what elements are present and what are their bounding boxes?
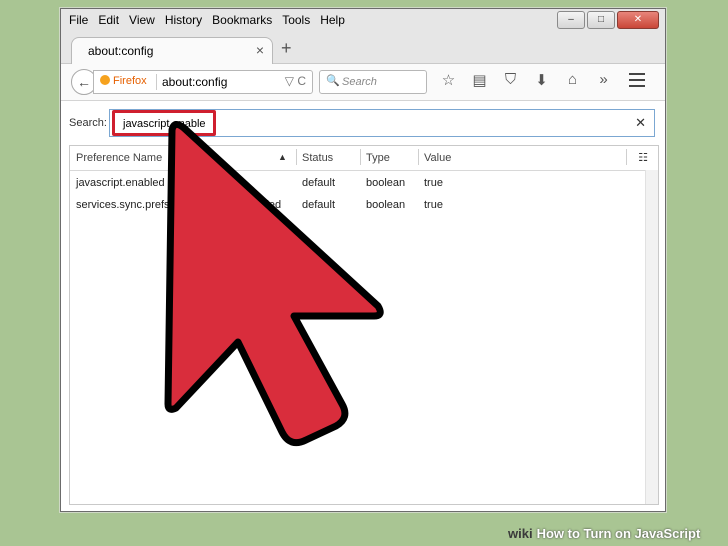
watermark-text: How to Turn on JavaScript xyxy=(536,526,701,541)
menu-tools[interactable]: Tools xyxy=(282,13,310,27)
menu-file[interactable]: File xyxy=(69,13,88,27)
window-controls: – □ ✕ xyxy=(557,11,659,29)
table-header: Preference Name ▲ Status Type Value ☷ xyxy=(70,146,658,171)
title-bar: File Edit View History Bookmarks Tools H… xyxy=(61,9,665,33)
config-search-input[interactable]: javascript.enable ✕ xyxy=(109,109,655,137)
pref-value: true xyxy=(424,199,443,211)
clear-search-icon[interactable]: ✕ xyxy=(635,115,646,131)
pref-type: boolean xyxy=(366,177,406,189)
close-tab-icon[interactable]: × xyxy=(256,42,264,58)
menu-bar: File Edit View History Bookmarks Tools H… xyxy=(69,13,355,27)
menu-view[interactable]: View xyxy=(129,13,155,27)
close-window-button[interactable]: ✕ xyxy=(617,11,659,29)
firefox-logo-icon xyxy=(100,75,110,85)
pocket-icon[interactable]: ⛉ xyxy=(495,71,526,89)
table-row[interactable]: services.sync.prefs.s enabled default bo… xyxy=(70,194,658,216)
menu-history[interactable]: History xyxy=(165,13,202,27)
config-search-label: Search: xyxy=(69,117,107,129)
url-text[interactable]: about:config xyxy=(162,75,227,89)
search-bar[interactable]: 🔍 Search xyxy=(319,70,427,94)
downloads-icon[interactable]: ⬇ xyxy=(526,71,557,89)
toolbar-icons: ☆ ▤ ⛉ ⬇ ⌂ » xyxy=(433,71,619,89)
scrollbar[interactable] xyxy=(645,170,658,504)
dropdown-reload-icons[interactable]: ▽ C xyxy=(285,74,306,88)
col-preference-name[interactable]: Preference Name xyxy=(76,152,162,164)
home-icon[interactable]: ⌂ xyxy=(557,71,588,89)
watermark-brand: wiki xyxy=(508,526,533,541)
maximize-button[interactable]: □ xyxy=(587,11,615,29)
new-tab-button[interactable]: + xyxy=(281,38,292,59)
menu-help[interactable]: Help xyxy=(320,13,345,27)
search-icon: 🔍 xyxy=(326,75,340,87)
url-separator xyxy=(156,74,157,90)
bookmarks-menu-icon[interactable]: ▤ xyxy=(464,71,495,89)
tab-about-config[interactable]: about:config × xyxy=(71,37,273,64)
browser-window: File Edit View History Bookmarks Tools H… xyxy=(60,8,666,512)
column-divider[interactable] xyxy=(626,149,627,165)
identity-box[interactable]: Firefox xyxy=(100,75,147,87)
column-divider[interactable] xyxy=(296,149,297,165)
about-config-page: Search: javascript.enable ✕ Preference N… xyxy=(61,101,665,511)
table-row[interactable]: javascript.enabled default boolean true xyxy=(70,172,658,194)
pref-value: true xyxy=(424,177,443,189)
url-bar[interactable]: Firefox about:config ▽ C xyxy=(93,70,313,94)
bookmark-star-icon[interactable]: ☆ xyxy=(433,71,464,89)
column-divider[interactable] xyxy=(360,149,361,165)
overflow-chevron-icon[interactable]: » xyxy=(588,71,619,89)
hamburger-menu-icon[interactable] xyxy=(629,73,645,87)
watermark: wiki How to Turn on JavaScript xyxy=(508,526,700,541)
pref-name: services.sync.prefs.s xyxy=(76,199,179,211)
navigation-bar: ← Firefox about:config ▽ C 🔍 Search ☆ ▤ … xyxy=(61,64,665,101)
preferences-table: Preference Name ▲ Status Type Value ☷ ja… xyxy=(69,145,659,505)
search-placeholder: Search xyxy=(342,76,377,88)
col-type[interactable]: Type xyxy=(366,152,390,164)
pref-name: javascript.enabled xyxy=(76,177,165,189)
identity-label: Firefox xyxy=(113,75,147,87)
tab-title: about:config xyxy=(88,44,154,58)
sort-ascending-icon: ▲ xyxy=(278,152,287,162)
pref-status: default xyxy=(302,199,336,211)
minimize-button[interactable]: – xyxy=(557,11,585,29)
tab-strip: about:config × + xyxy=(61,33,665,64)
menu-bookmarks[interactable]: Bookmarks xyxy=(212,13,272,27)
col-value[interactable]: Value xyxy=(424,152,451,164)
column-divider[interactable] xyxy=(418,149,419,165)
menu-edit[interactable]: Edit xyxy=(98,13,119,27)
column-picker-icon[interactable]: ☷ xyxy=(638,151,648,164)
config-search-value[interactable]: javascript.enable xyxy=(112,110,216,136)
col-status[interactable]: Status xyxy=(302,152,333,164)
pref-status: default xyxy=(302,177,336,189)
pref-name-tail: enabled xyxy=(242,199,282,211)
pref-type: boolean xyxy=(366,199,406,211)
